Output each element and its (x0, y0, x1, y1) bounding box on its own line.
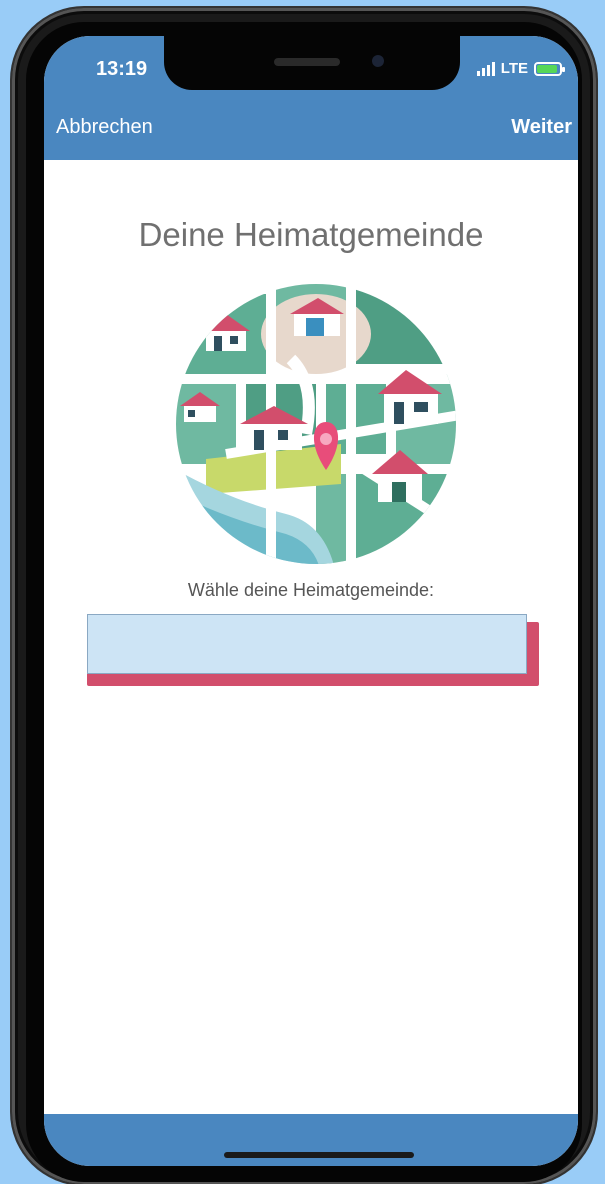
municipality-input[interactable] (87, 614, 527, 674)
signal-icon (476, 61, 495, 76)
front-camera-icon (372, 55, 384, 67)
next-button[interactable]: Weiter (511, 116, 572, 139)
page-title: Deine Heimatgemeinde (138, 216, 484, 253)
phone-screen: 13:19 LTE Abbrechen Weiter Deine Heimatg… (44, 36, 578, 1166)
village-map-illustration (176, 284, 456, 564)
battery-icon (534, 61, 565, 76)
home-indicator[interactable] (224, 1152, 414, 1158)
camera-notch (164, 36, 460, 90)
field-label: Wähle deine Heimatgemeinde: (187, 580, 435, 600)
municipality-input-wrapper (87, 614, 539, 686)
status-time: 13:19 (96, 58, 148, 80)
speaker-icon (274, 58, 340, 66)
network-type: LTE (500, 60, 528, 77)
top-navigation-bar: 13:19 LTE Abbrechen Weiter (44, 36, 578, 160)
bottom-bar (44, 1114, 578, 1166)
cancel-button[interactable]: Abbrechen (56, 116, 153, 139)
status-indicators: LTE (476, 60, 565, 77)
